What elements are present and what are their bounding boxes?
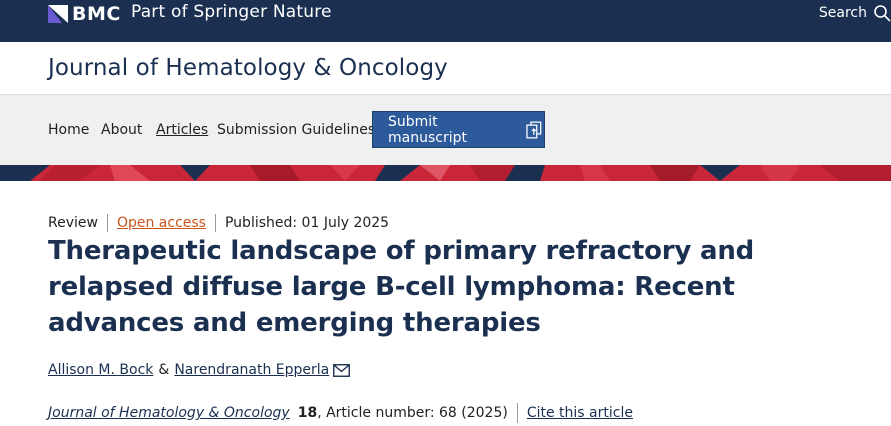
citation-line: Journal of Hematology & Oncology 18 , Ar… [48, 403, 633, 423]
article-title: Therapeutic landscape of primary refract… [48, 236, 755, 338]
upload-document-icon [526, 121, 542, 138]
citation-article-number: , Article number: 68 (2025) [317, 405, 508, 421]
author-link[interactable]: Allison M. Bock [48, 362, 153, 378]
author-separator: & [158, 362, 170, 378]
citation-journal-link[interactable]: Journal of Hematology & Oncology [48, 405, 290, 421]
banner-pattern-graphic [0, 165, 891, 181]
cite-this-article-link[interactable]: Cite this article [527, 405, 633, 421]
decorative-banner [0, 165, 891, 181]
nav-home[interactable]: Home [48, 122, 89, 138]
search-icon [873, 4, 891, 22]
submit-manuscript-button[interactable]: Submit manuscript [372, 111, 545, 148]
search-button[interactable]: Search [819, 4, 891, 22]
journal-header: Journal of Hematology & Oncology [0, 42, 891, 95]
meta-divider [106, 214, 108, 232]
submit-manuscript-label: Submit manuscript [388, 113, 467, 146]
published-date: Published: 01 July 2025 [224, 215, 390, 231]
nav-submission-guidelines[interactable]: Submission Guidelines [217, 122, 375, 138]
bmc-logo-icon [48, 5, 68, 23]
nav-about[interactable]: About [101, 122, 142, 138]
open-access-link[interactable]: Open access [117, 215, 206, 231]
journal-title[interactable]: Journal of Hematology & Oncology [48, 55, 448, 81]
bmc-brand-text: BMC [72, 3, 121, 25]
journal-nav: Home About Articles Submission Guideline… [0, 95, 891, 165]
search-label: Search [818, 5, 867, 21]
citation-volume: 18 [297, 405, 318, 421]
article-meta: Review Open access Published: 01 July 20… [48, 214, 389, 232]
mail-icon[interactable] [333, 363, 351, 377]
bmc-logo[interactable]: BMC [48, 3, 121, 25]
springer-tagline[interactable]: Part of Springer Nature [131, 2, 332, 22]
article-type: Review [48, 215, 98, 231]
meta-divider [214, 214, 216, 232]
top-bar: BMC Part of Springer Nature Search [0, 0, 891, 42]
author-link[interactable]: Narendranath Epperla [174, 362, 329, 378]
citation-divider [516, 403, 518, 423]
author-list: Allison M. Bock & Narendranath Epperla [48, 362, 351, 378]
nav-articles[interactable]: Articles [156, 122, 208, 138]
